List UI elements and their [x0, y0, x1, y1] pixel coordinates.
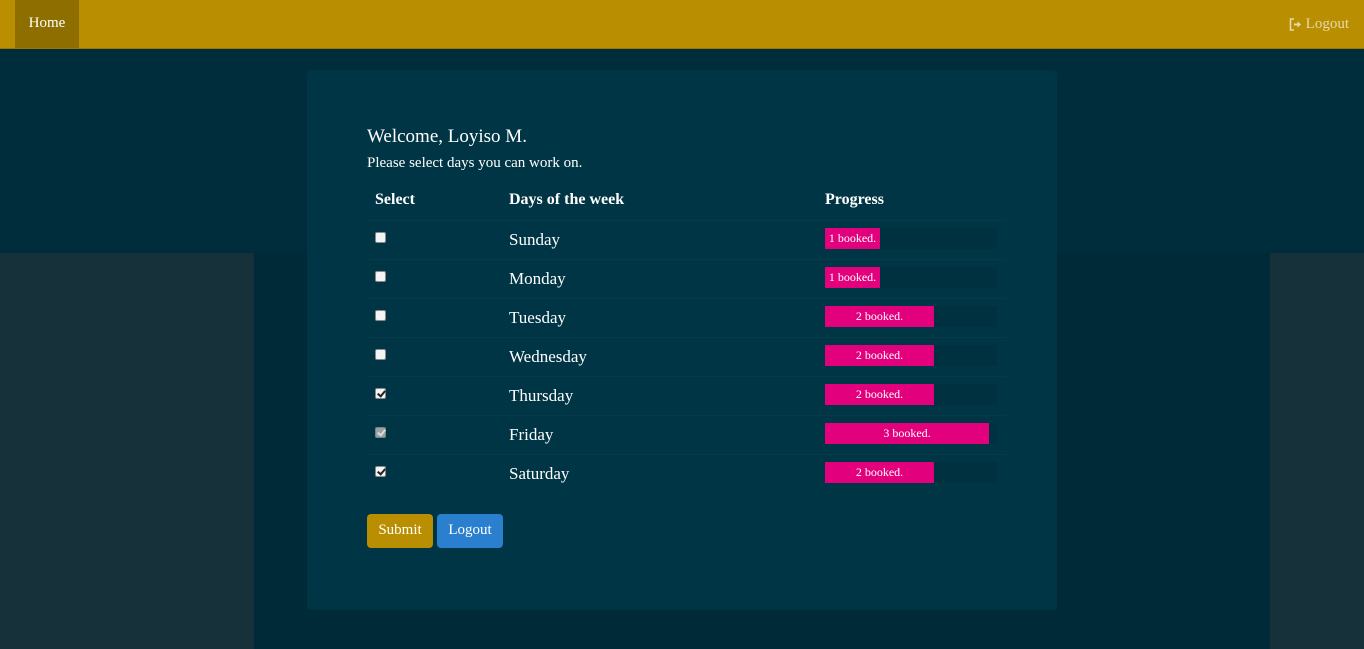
- progress-track: 2 booked.: [825, 384, 997, 405]
- row-divider: [367, 376, 1007, 377]
- row-divider: [367, 415, 1007, 416]
- day-label: Wednesday: [509, 347, 587, 366]
- progress-bar: 2 booked.: [825, 384, 934, 405]
- day-label: Friday: [509, 425, 554, 444]
- progress-bar: 2 booked.: [825, 462, 934, 483]
- column-header-progress: Progress: [825, 191, 884, 208]
- table-row: Friday 3 booked.: [367, 415, 1007, 454]
- table-row: Thursday 2 booked.: [367, 376, 1007, 415]
- progress-bar: 2 booked.: [825, 306, 934, 327]
- table-row: Saturday 2 booked.: [367, 454, 1007, 493]
- progress-track: 1 booked.: [825, 267, 997, 288]
- day-checkbox[interactable]: [375, 388, 386, 399]
- progress-track: 3 booked.: [825, 423, 997, 444]
- top-navbar: Home Logout: [0, 0, 1364, 49]
- logout-icon: [1289, 17, 1303, 31]
- nav-logout-link[interactable]: Logout: [1289, 0, 1349, 48]
- row-divider: [367, 298, 1007, 299]
- day-checkbox[interactable]: [375, 466, 386, 477]
- day-label: Monday: [509, 269, 566, 288]
- table-row: Tuesday 2 booked.: [367, 298, 1007, 337]
- day-checkbox[interactable]: [375, 349, 386, 360]
- table-row: Wednesday 2 booked.: [367, 337, 1007, 376]
- column-header-select: Select: [375, 191, 415, 208]
- day-checkbox[interactable]: [375, 232, 386, 243]
- day-checkbox: [375, 427, 386, 438]
- column-header-days: Days of the week: [509, 191, 625, 208]
- row-divider: [367, 454, 1007, 455]
- progress-track: 2 booked.: [825, 462, 997, 483]
- day-label: Sunday: [509, 230, 560, 249]
- right-side-panel: [1270, 253, 1364, 649]
- day-label: Tuesday: [509, 308, 566, 327]
- instruction-text: Please select days you can work on.: [367, 155, 583, 171]
- progress-bar: 1 booked.: [825, 267, 880, 288]
- day-label: Saturday: [509, 464, 570, 483]
- row-divider: [367, 259, 1007, 260]
- progress-bar: 3 booked.: [825, 423, 989, 444]
- table-row: Monday 1 booked.: [367, 259, 1007, 298]
- day-checkbox[interactable]: [375, 271, 386, 282]
- progress-bar: 1 booked.: [825, 228, 880, 249]
- table-row: Sunday 1 booked.: [367, 220, 1007, 259]
- logout-button[interactable]: Logout: [437, 514, 503, 548]
- welcome-heading: Welcome, Loyiso M.: [367, 126, 527, 147]
- nav-home-link[interactable]: Home: [15, 0, 79, 48]
- progress-bar: 2 booked.: [825, 345, 934, 366]
- day-checkbox[interactable]: [375, 310, 386, 321]
- progress-track: 2 booked.: [825, 306, 997, 327]
- submit-button[interactable]: Submit: [367, 514, 433, 548]
- availability-card: Welcome, Loyiso M. Please select days yo…: [307, 70, 1057, 610]
- day-label: Thursday: [509, 386, 574, 405]
- left-side-panel: [0, 253, 254, 649]
- nav-logout-label: Logout: [1305, 15, 1349, 32]
- row-divider: [367, 220, 1007, 221]
- progress-track: 1 booked.: [825, 228, 997, 249]
- progress-track: 2 booked.: [825, 345, 997, 366]
- row-divider: [367, 337, 1007, 338]
